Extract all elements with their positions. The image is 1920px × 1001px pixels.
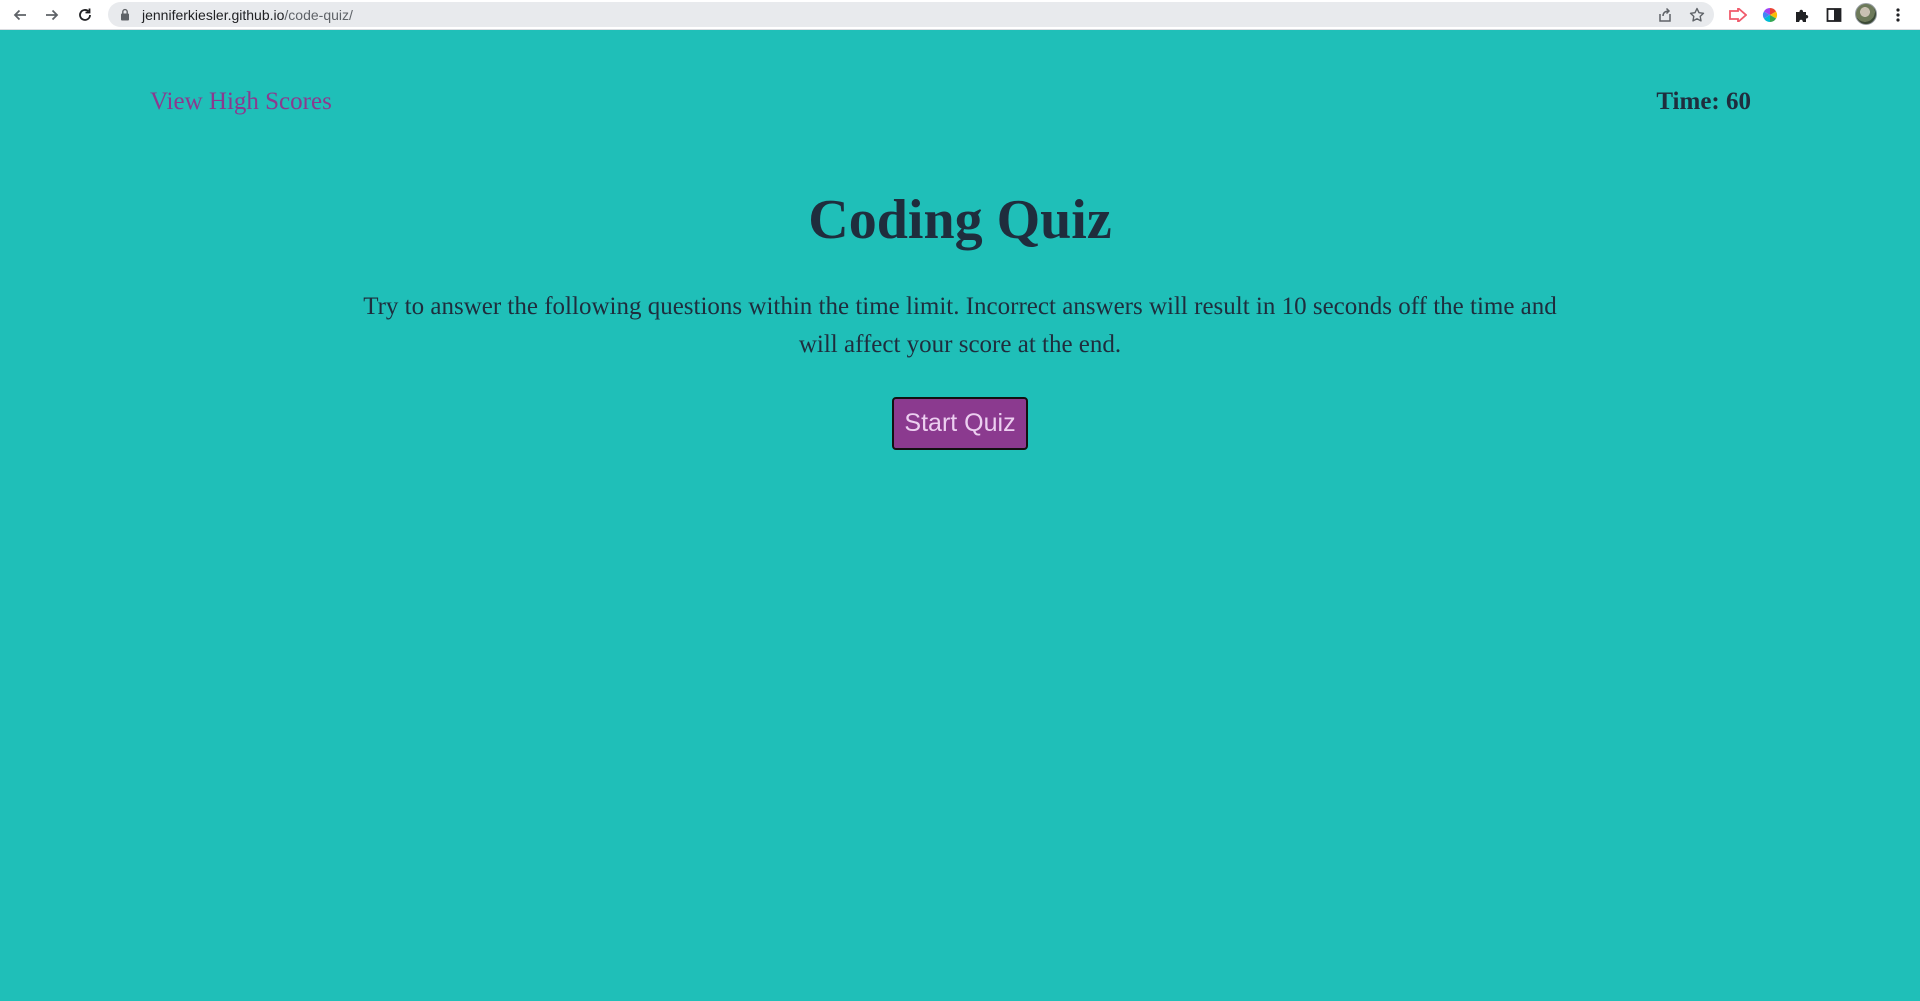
star-icon[interactable] <box>1688 6 1706 24</box>
page-content: View High Scores Time: 60 Coding Quiz Tr… <box>0 30 1920 1001</box>
start-quiz-button[interactable]: Start Quiz <box>892 397 1028 450</box>
page-title: Coding Quiz <box>808 189 1112 251</box>
share-icon[interactable] <box>1656 6 1674 24</box>
timer-label: Time: 60 <box>1656 88 1751 115</box>
view-high-scores-link[interactable]: View High Scores <box>150 88 332 116</box>
quiz-description: Try to answer the following questions wi… <box>363 293 1557 358</box>
kebab-menu-icon[interactable] <box>1887 4 1909 26</box>
url-text: jenniferkiesler.github.io/code-quiz/ <box>142 7 353 23</box>
lock-icon[interactable] <box>120 8 130 26</box>
url-path: /code-quiz/ <box>284 7 353 23</box>
forward-arrow-icon[interactable] <box>41 4 63 26</box>
back-arrow-icon[interactable] <box>9 4 31 26</box>
puzzle-icon[interactable] <box>1791 4 1813 26</box>
url-host: jenniferkiesler.github.io <box>142 7 285 23</box>
reload-icon[interactable] <box>74 4 96 26</box>
avatar[interactable] <box>1855 3 1877 25</box>
red-arrow-extension-icon[interactable] <box>1727 4 1749 26</box>
color-wheel-extension-icon[interactable] <box>1759 4 1781 26</box>
side-panel-icon[interactable] <box>1823 4 1845 26</box>
browser-toolbar: jenniferkiesler.github.io/code-quiz/ <box>0 0 1920 30</box>
address-bar[interactable]: jenniferkiesler.github.io/code-quiz/ <box>108 2 1714 27</box>
